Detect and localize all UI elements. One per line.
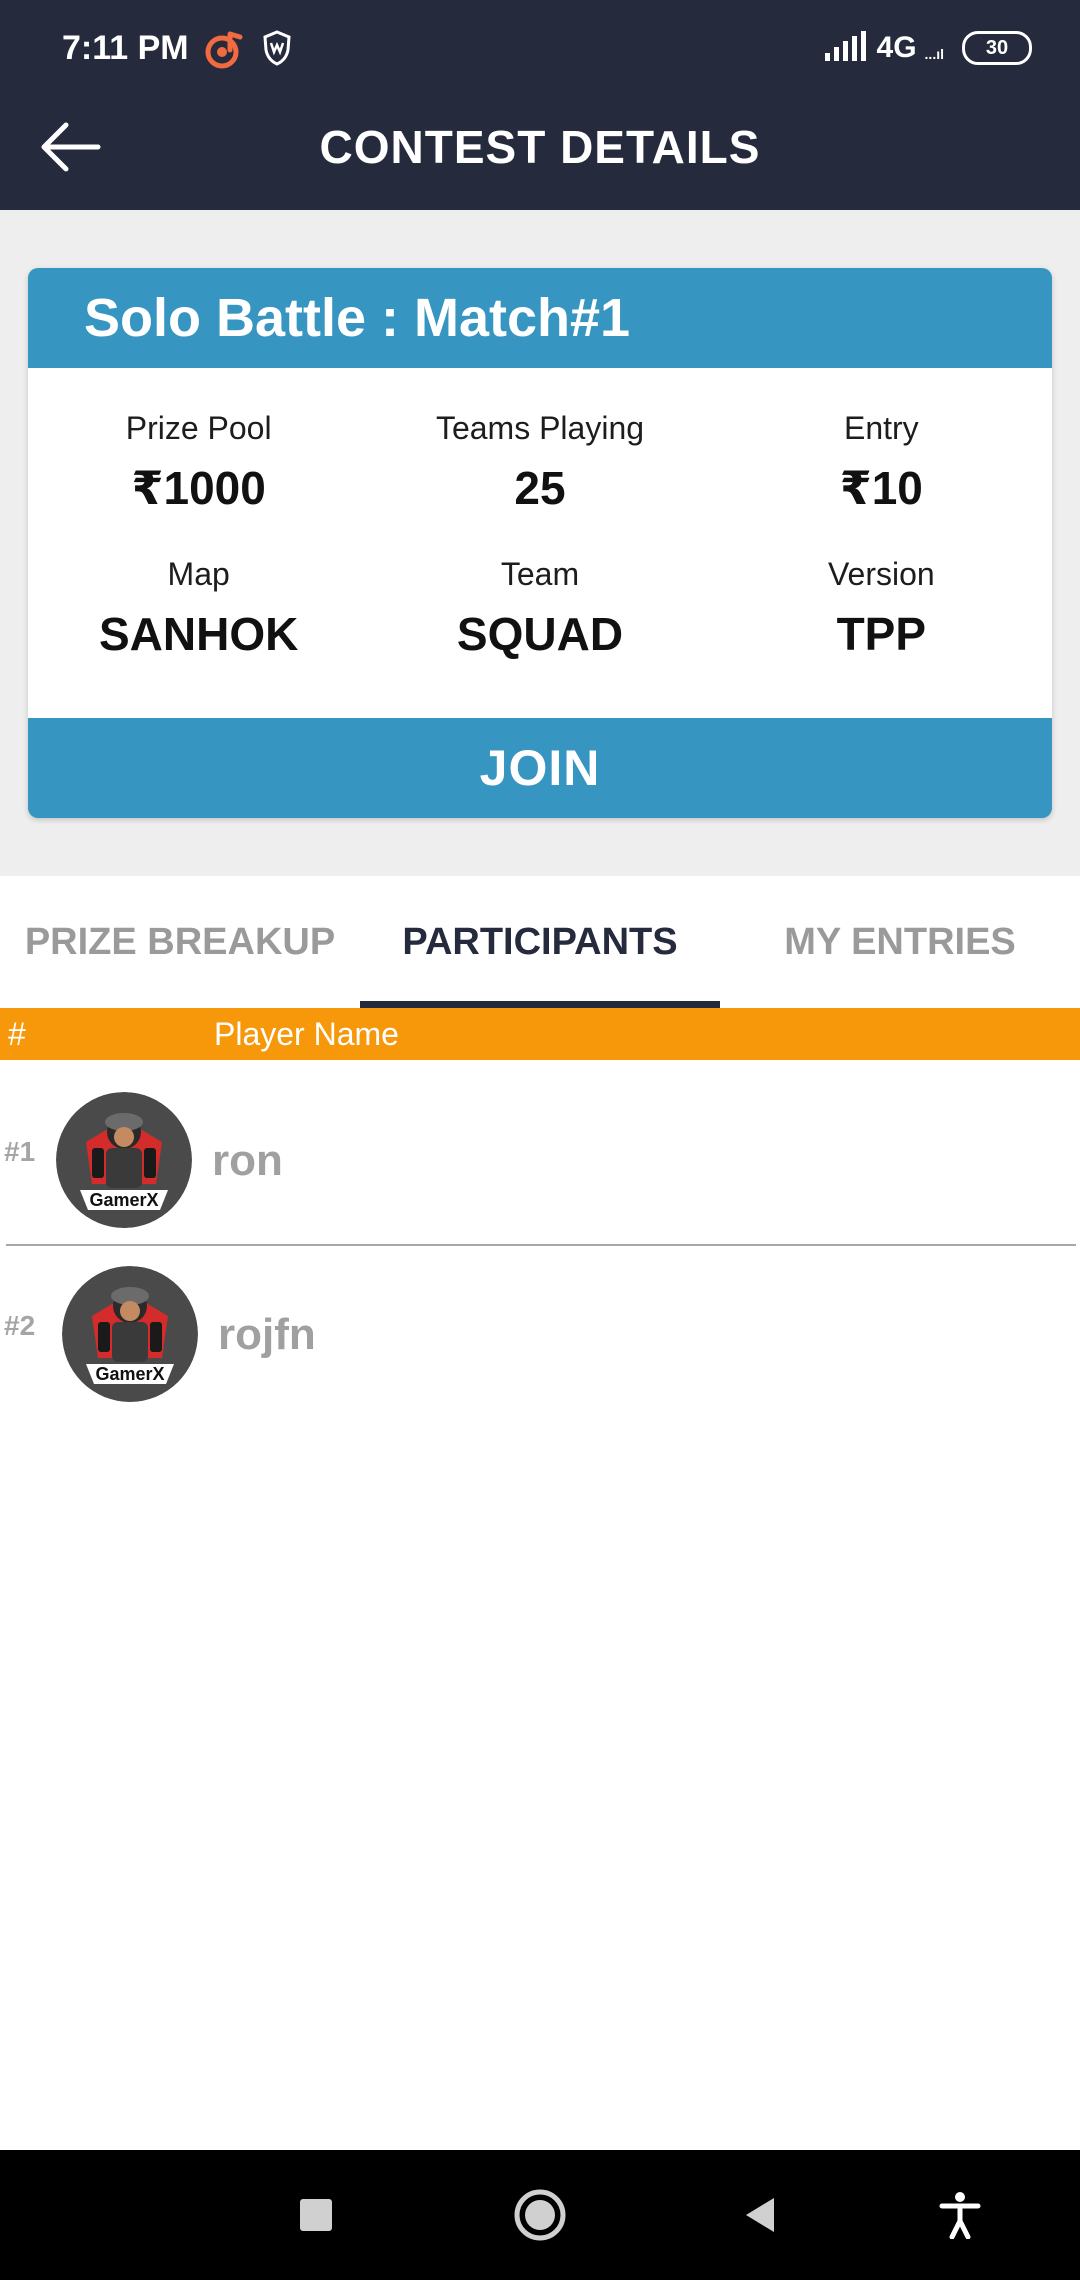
avatar-text: GamerX bbox=[89, 1190, 158, 1210]
status-time: 7:11 PM bbox=[62, 29, 189, 67]
participant-rank: #1 bbox=[4, 1136, 36, 1167]
map-cell: Map SANHOK bbox=[28, 554, 369, 700]
page-title: CONTEST DETAILS bbox=[319, 121, 761, 173]
accessibility-button[interactable] bbox=[920, 2175, 1000, 2255]
tab-participants-label: PARTICIPANTS bbox=[402, 921, 678, 963]
version-value: TPP bbox=[836, 608, 927, 660]
tab-my-entries-label: MY ENTRIES bbox=[784, 921, 1016, 963]
participant-row[interactable]: #2 GamerX rojfn bbox=[0, 1246, 1080, 1420]
tab-my-entries[interactable]: MY ENTRIES bbox=[720, 876, 1080, 1008]
contest-tabs: PRIZE BREAKUP PARTICIPANTS MY ENTRIES bbox=[0, 876, 1080, 1008]
home-button[interactable] bbox=[500, 2175, 580, 2255]
music-app-icon bbox=[202, 28, 244, 75]
entry-value: ₹10 bbox=[839, 462, 923, 514]
entry-cell: Entry ₹10 bbox=[711, 408, 1052, 554]
rank-column-header: # bbox=[8, 1016, 26, 1052]
team-label: Team bbox=[500, 556, 580, 592]
version-label: Version bbox=[827, 556, 935, 592]
recents-button[interactable] bbox=[276, 2175, 356, 2255]
app-header: 7:11 PM 4G ...ıl 30 CONTEST DETAILS bbox=[0, 0, 1080, 210]
contest-section: Solo Battle : Match#1 Prize Pool ₹1000 T… bbox=[0, 210, 1080, 876]
back-nav-button[interactable] bbox=[720, 2175, 800, 2255]
version-cell: Version TPP bbox=[711, 554, 1052, 700]
accessibility-icon bbox=[939, 2192, 981, 2239]
status-right-group: 4G ...ıl 30 bbox=[824, 24, 1032, 72]
shield-app-icon bbox=[262, 30, 292, 71]
player-name: rojfn bbox=[218, 1310, 316, 1359]
team-cell: Team SQUAD bbox=[369, 554, 710, 700]
battery-level: 30 bbox=[985, 36, 1009, 59]
participant-row[interactable]: #1 GamerX ron bbox=[0, 1072, 1080, 1246]
player-name-column-header: Player Name bbox=[214, 1016, 399, 1052]
system-nav-bar bbox=[0, 2150, 1080, 2280]
battery-icon: 30 bbox=[962, 31, 1032, 65]
tab-prize-breakup-label: PRIZE BREAKUP bbox=[24, 921, 336, 963]
map-label: Map bbox=[167, 556, 230, 592]
teams-playing-cell: Teams Playing 25 bbox=[369, 408, 710, 554]
active-tab-indicator bbox=[360, 1001, 720, 1008]
prize-pool-label: Prize Pool bbox=[125, 410, 272, 446]
map-value: SANHOK bbox=[98, 608, 299, 660]
participant-rank: #2 bbox=[4, 1310, 36, 1341]
contest-info-row: Prize Pool ₹1000 Teams Playing 25 Entry … bbox=[28, 408, 1052, 554]
player-name: ron bbox=[212, 1136, 283, 1185]
join-button[interactable]: JOIN bbox=[28, 718, 1052, 818]
avatar-text: GamerX bbox=[95, 1364, 164, 1384]
teams-playing-label: Teams Playing bbox=[435, 410, 645, 446]
network-type: 4G bbox=[876, 31, 917, 64]
recents-square-icon bbox=[300, 2199, 332, 2231]
contest-info-row: Map SANHOK Team SQUAD Version TPP bbox=[28, 554, 1052, 700]
entry-label: Entry bbox=[843, 410, 919, 446]
prize-pool-cell: Prize Pool ₹1000 bbox=[28, 408, 369, 554]
avatar: GamerX bbox=[62, 1266, 198, 1402]
contest-info-grid: Prize Pool ₹1000 Teams Playing 25 Entry … bbox=[28, 408, 1052, 700]
tab-prize-breakup[interactable]: PRIZE BREAKUP bbox=[0, 876, 360, 1008]
home-circle-icon bbox=[514, 2189, 566, 2241]
contest-title: Solo Battle : Match#1 bbox=[84, 288, 631, 348]
back-triangle-icon bbox=[746, 2198, 774, 2232]
participants-table-header: # Player Name bbox=[0, 1008, 1080, 1060]
signal-icon bbox=[824, 30, 869, 66]
contest-card-header: Solo Battle : Match#1 bbox=[28, 268, 1052, 368]
teams-playing-value: 25 bbox=[514, 462, 566, 514]
tab-participants[interactable]: PARTICIPANTS bbox=[360, 876, 720, 1008]
contest-card: Solo Battle : Match#1 Prize Pool ₹1000 T… bbox=[28, 268, 1052, 818]
prize-pool-value: ₹1000 bbox=[131, 462, 266, 514]
network-activity: ...ıl bbox=[924, 46, 944, 62]
avatar: GamerX bbox=[56, 1092, 192, 1228]
team-value: SQUAD bbox=[456, 608, 624, 660]
